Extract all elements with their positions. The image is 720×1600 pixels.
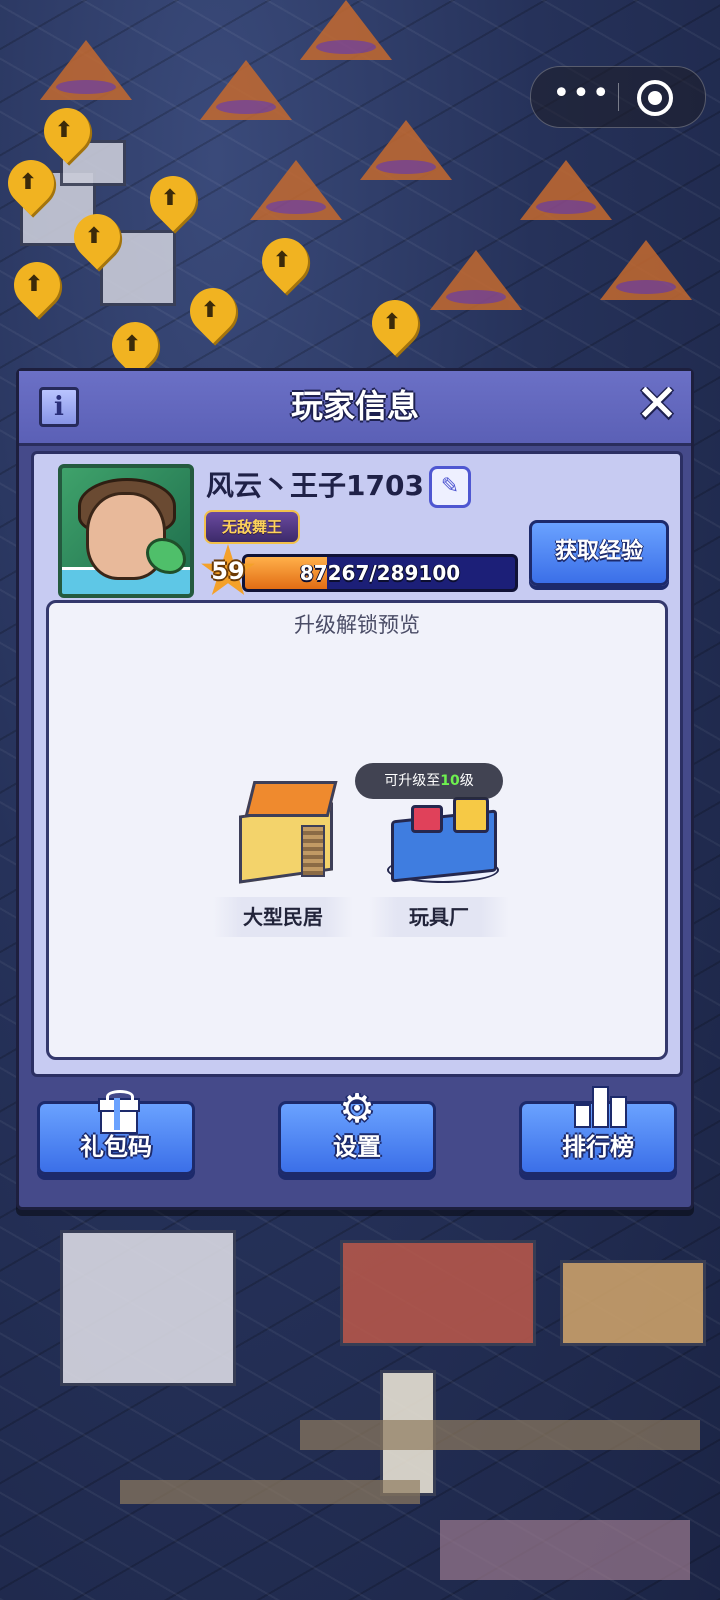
- target-circle-icon[interactable]: [637, 80, 673, 116]
- unlock-item-toy-factory[interactable]: 可升级至10级 玩具厂: [355, 763, 509, 937]
- experience-text: 87267/289100: [299, 561, 461, 585]
- upgrade-marker-icon[interactable]: [252, 228, 318, 294]
- settings-button[interactable]: ⚙ 设置: [278, 1086, 436, 1175]
- gift-code-button[interactable]: 礼包码: [37, 1090, 195, 1175]
- tent-decoration: [200, 60, 292, 120]
- upgrade-marker-icon[interactable]: [4, 252, 70, 318]
- unlock-preview: 升级解锁预览 大型民居 可升级至10级 玩具厂: [46, 600, 668, 1060]
- pier-decoration: [440, 1520, 690, 1580]
- building-decoration: [560, 1260, 706, 1346]
- tent-decoration: [600, 240, 692, 300]
- tent-decoration: [430, 250, 522, 310]
- upgrade-tip-suffix: 级: [459, 773, 474, 789]
- pier-decoration: [120, 1480, 420, 1504]
- boat-decoration: [340, 1240, 536, 1346]
- player-panel: 风云丶王子1703 ✎ 无敌舞王 87267/289100 59 获取经验 升级…: [31, 451, 683, 1077]
- unlock-item-label: 玩具厂: [369, 897, 509, 937]
- player-level: 59: [211, 557, 245, 585]
- house-building-icon: [227, 775, 339, 887]
- leaderboard-icon: [574, 1086, 627, 1128]
- house-stair: [301, 825, 325, 877]
- upgrade-tip-prefix: 可升级至: [384, 773, 441, 789]
- settings-label: 设置: [333, 1133, 381, 1161]
- experience-bar: 87267/289100: [242, 554, 518, 592]
- upgrade-marker-icon[interactable]: [362, 290, 428, 356]
- unlock-preview-title: 升级解锁预览: [294, 613, 420, 637]
- tent-decoration: [40, 40, 132, 100]
- tent-decoration: [360, 120, 452, 180]
- more-dots-icon[interactable]: •••: [547, 67, 617, 127]
- tent-decoration: [520, 160, 612, 220]
- leaderboard-button[interactable]: 排行榜: [519, 1086, 677, 1175]
- dialog-title: 玩家信息: [290, 387, 419, 425]
- dialog-header: i 玩家信息 ✕: [19, 371, 691, 446]
- tent-decoration: [250, 160, 342, 220]
- upgrade-marker-icon[interactable]: [140, 166, 206, 232]
- tent-decoration: [300, 0, 392, 60]
- upgrade-marker-icon[interactable]: [180, 278, 246, 344]
- mini-program-capsule: •••: [530, 66, 706, 128]
- house-roof: [244, 781, 338, 817]
- upgrade-tip-level: 10: [440, 773, 460, 789]
- factory-toy: [453, 797, 489, 833]
- edit-name-icon[interactable]: ✎: [429, 466, 471, 508]
- close-icon[interactable]: ✕: [633, 378, 681, 430]
- unlock-item-label: 大型民居: [213, 897, 353, 937]
- capsule-divider: [618, 83, 619, 111]
- player-name: 风云丶王子1703: [206, 469, 424, 502]
- player-info-dialog: i 玩家信息 ✕ 风云丶王子1703 ✎ 无敌舞王 87267/289100 5…: [16, 368, 694, 1210]
- player-title-badge: 无敌舞王: [204, 510, 300, 544]
- unlock-item-house[interactable]: 大型民居: [213, 775, 353, 937]
- gift-code-label: 礼包码: [80, 1133, 152, 1161]
- factory-toy: [411, 805, 443, 833]
- upgrade-tip: 可升级至10级: [355, 763, 503, 799]
- leaderboard-label: 排行榜: [562, 1133, 634, 1161]
- gain-exp-button[interactable]: 获取经验: [529, 520, 669, 586]
- building-decoration: [60, 1230, 236, 1386]
- avatar[interactable]: [58, 464, 194, 598]
- pier-decoration: [300, 1420, 700, 1450]
